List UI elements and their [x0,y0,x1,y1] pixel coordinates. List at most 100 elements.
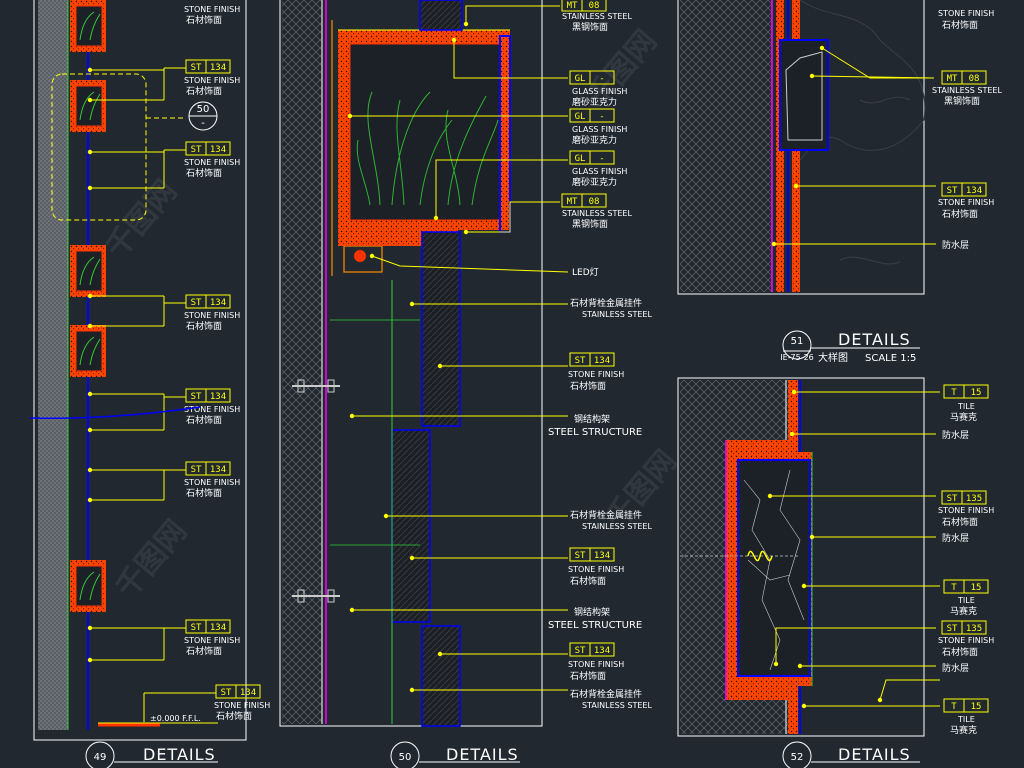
panel-52-tag-tile2: T 15 [943,579,989,594]
panel-52-label-tile1-en: TILE [957,402,975,411]
panel-51-label-top-cn: 石材饰面 [942,19,978,31]
panel-50-tag-st-a-num: 134 [594,356,610,366]
panel-49-tag-num: 134 [210,298,226,308]
panel-49-tag-code: ST [191,145,202,155]
panel-49-planter [70,560,106,612]
panel-52-tag-st1-code: ST [947,494,958,504]
panel-52-tag-tile2-num: 15 [971,583,982,593]
panel-50-leader-st-c-dot [437,651,443,657]
panel-49-zoom-bubble-number: 50 [197,104,210,115]
panel-49-leaders: ST 134STONE FINISH石材饰面ST 134STONE FINISH石材… [87,5,270,722]
panel-52-tag-tile1: T 15 [943,384,989,399]
panel-51-tag-mt08: MT 08 [941,70,987,85]
panel-52-tag-st1: ST 135 [941,490,987,505]
panel-52-label-st2-en: STONE FINISH [938,636,994,645]
panel-50-label-en: GLASS FINISH [572,125,627,134]
panel-49-label-en: STONE FINISH [214,701,270,710]
panel-50-label-led: LED灯 [572,267,599,278]
panel-49-tag: ST 134 [185,461,231,476]
panel-52-label-st1-cn: 石材饰面 [942,516,978,528]
panel-49-planter [70,325,106,377]
panel-50-leader-gl3-dot [433,215,439,221]
panel-52-tag-tile3-num: 15 [971,702,982,712]
panel-50-label-cn: 石材饰面 [570,380,606,392]
panel-51: STONE FINISH石材饰面MT 08STAINLESS STEEL黑钢饰面S… [677,0,1002,364]
panel-52-leader-wp3-dot [797,663,803,669]
panel-49-leader-dot [87,391,93,397]
panel-50-tag-gl3-code: GL [575,154,586,164]
panel-52-leader-wp2-dot [809,534,815,540]
panel-52-label-st2-cn: 石材饰面 [942,646,978,658]
panel-51-tag-mt08-code: MT [947,74,958,84]
panel-50-tag-gl2-code: GL [575,112,586,122]
panel-49-leader-dot [87,497,93,503]
panel-50-leader-led [371,255,569,273]
panel-51-tag-st-num: 134 [966,186,982,196]
panel-49-tag-num: 134 [210,63,226,73]
panel-51-scale: SCALE 1:5 [865,353,916,364]
panel-49-leader-dot [87,97,93,103]
panel-50-label-steel2-en: STEEL STRUCTURE [548,620,642,631]
panel-50-label-bracket3-cn: 石材背栓金属挂件 [570,688,642,700]
panel-52-tag-st1-num: 135 [966,494,982,504]
panel-50-tag-gl3-num: - [599,154,604,164]
panel-50-label-steel-cn: 钢结构架 [574,413,610,425]
panel-51-bubble-number: 51 [791,336,804,347]
panel-51-title: DETAILS [838,330,911,349]
panel-50-tag-st-c-num: 134 [594,646,610,656]
panel-50-leader-gl2-dot [347,113,353,119]
panel-49-tag-code: ST [191,298,202,308]
panel-49-leader-dot [87,625,93,631]
panel-52-tag-tile3: T 15 [943,698,989,713]
panel-49: ST 134STONE FINISH石材饰面ST 134STONE FINISH石材… [29,0,270,768]
panel-52-title: DETAILS [838,745,911,764]
panel-49-label-en: STONE FINISH [184,311,240,320]
panel-50-leader-mt08-top-dot [463,21,469,27]
panel-50-led-fixture [354,250,366,262]
panel-49-title: DETAILS [143,745,216,764]
panel-50-tag-st-c-code: ST [575,646,586,656]
panel-50-label-cn: 石材饰面 [570,575,606,587]
panel-50-stone-slab-2 [391,429,431,623]
panel-50-stone-slab-3 [421,625,461,727]
panel-52-concrete-top [726,380,788,440]
panel-50-label-cn: 黑钢饰面 [572,218,608,230]
panel-51-tag-st: ST 134 [941,182,987,197]
panel-52-tag-tile2-code: T [951,583,957,593]
panel-52-leader-tile2-dot [801,583,807,589]
panel-50-tag-gl1-code: GL [575,74,586,84]
panel-52-niche-stone [737,459,811,677]
panel-51-subtitle: 大样图 [818,351,848,364]
panel-49-tag-code: ST [221,688,232,698]
panel-50-stone-slab-1 [421,231,461,427]
panel-50-leader-st-b-dot [409,555,415,561]
panel-52-leader-st2-dot [773,661,779,667]
panel-49-tag-num: 134 [210,465,226,475]
panel-49-leader-dot [87,467,93,473]
panel-50-planter-inner [349,43,501,221]
panel-50-label-en: STONE FINISH [568,660,624,669]
panel-52: T 15TILE马赛克防水层ST 135STONE FINISH石材饰面防水层T 15… [677,377,994,768]
panel-49-leader-dot [87,67,93,73]
panel-50-tag-st-a-code: ST [575,356,586,366]
panel-52-label-wp2: 防水层 [942,532,969,544]
panel-49-tag: ST 134 [185,619,231,634]
panel-50-leader-st-a-dot [437,363,443,369]
panel-50-tag-mt08-top: MT 08 [561,0,607,12]
panel-49-label-cn: 石材饰面 [186,14,222,26]
panel-52-leader-tile3 [879,679,940,701]
panel-50-leader-bracket3-dot [409,687,415,693]
panel-51-label-st-en: STONE FINISH [938,198,994,207]
panel-50-leader-steel2-dot [349,607,355,613]
panel-49-bubble-number: 49 [94,752,107,763]
panel-49-label-en: STONE FINISH [184,405,240,414]
panel-50-title: DETAILS [446,745,519,764]
panel-51-leader-mt08a-dot [819,45,825,51]
watermark-1: 千图网 [99,174,184,265]
panel-49-tag: ST 134 [185,141,231,156]
panel-52-leader-st1-dot [767,493,773,499]
panel-49-label-cn: 石材饰面 [216,710,252,722]
panel-50-tag-st-b-num: 134 [594,551,610,561]
panel-50-tag-mt08-top-code: MT [567,1,578,11]
panel-50-leader-bracket2-dot [383,513,389,519]
